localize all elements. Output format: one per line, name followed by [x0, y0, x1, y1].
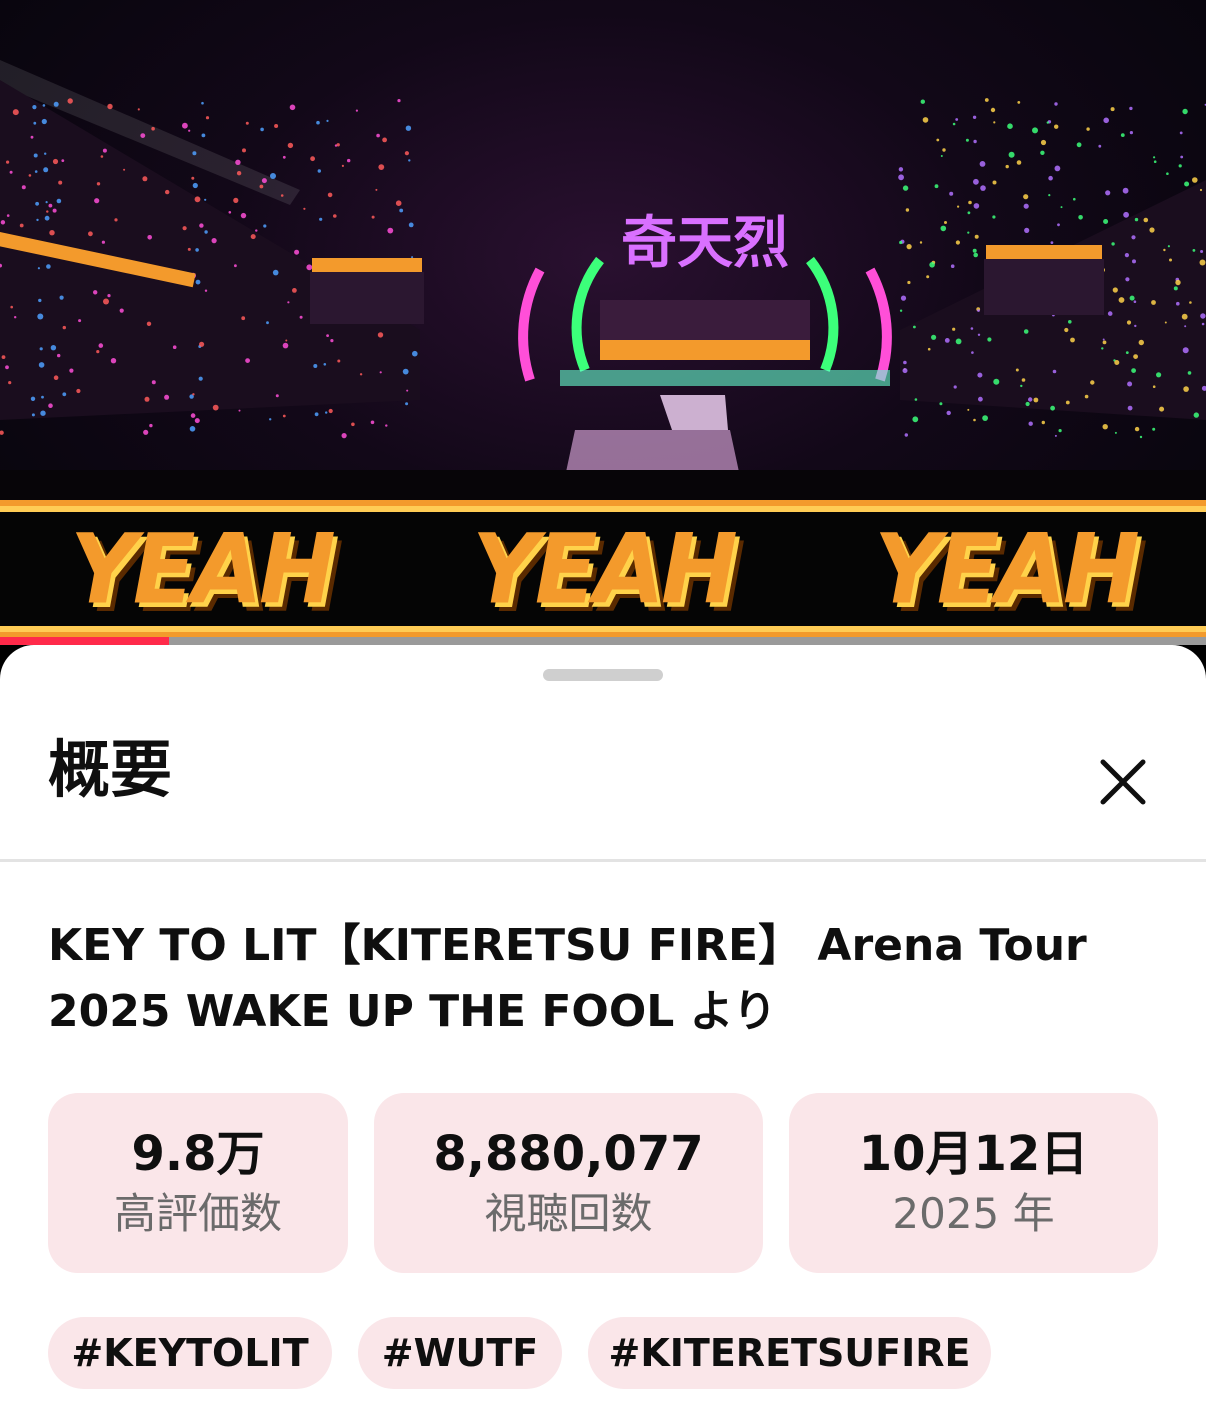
stage-sign: 奇天烈 [621, 211, 789, 276]
banner-word: YEAH [874, 512, 1140, 626]
progress-bar[interactable] [0, 637, 1206, 645]
banner-word: YEAH [70, 512, 336, 626]
likes-count: 9.8万 [131, 1126, 265, 1182]
views-stat: 8,880,077 視聴回数 [374, 1093, 763, 1273]
views-label: 視聴回数 [484, 1189, 653, 1238]
video-title: KEY TO LIT【KITERETSU FIRE】 Arena Tour 20… [48, 920, 1087, 1037]
hashtag-chip[interactable]: #KEYTOLIT [48, 1317, 332, 1389]
progress-bar-fill [0, 637, 169, 645]
likes-stat: 9.8万 高評価数 [48, 1093, 348, 1273]
close-icon [1100, 759, 1146, 805]
publish-date: 10月12日 [858, 1126, 1089, 1182]
video-player[interactable]: 奇天烈 YEAH YEAH YEAH [0, 0, 1206, 645]
divider [0, 859, 1206, 862]
drag-handle[interactable] [543, 669, 663, 681]
banner-word: YEAH [472, 512, 738, 626]
hashtag-chip[interactable]: #KITERETSUFIRE [588, 1317, 991, 1389]
sheet-title: 概要 [48, 733, 173, 806]
description-sheet: 概要 KEY TO LIT【KITERETSU FIRE】 Arena Tour… [0, 645, 1206, 1403]
likes-label: 高評価数 [113, 1189, 282, 1238]
views-count: 8,880,077 [433, 1126, 704, 1182]
yeah-banner: YEAH YEAH YEAH [0, 500, 1206, 638]
date-stat: 10月12日 2025 年 [789, 1093, 1158, 1273]
publish-year: 2025 年 [892, 1189, 1055, 1238]
close-button[interactable] [1090, 749, 1156, 815]
hashtag-chip[interactable]: #WUTF [358, 1317, 562, 1389]
